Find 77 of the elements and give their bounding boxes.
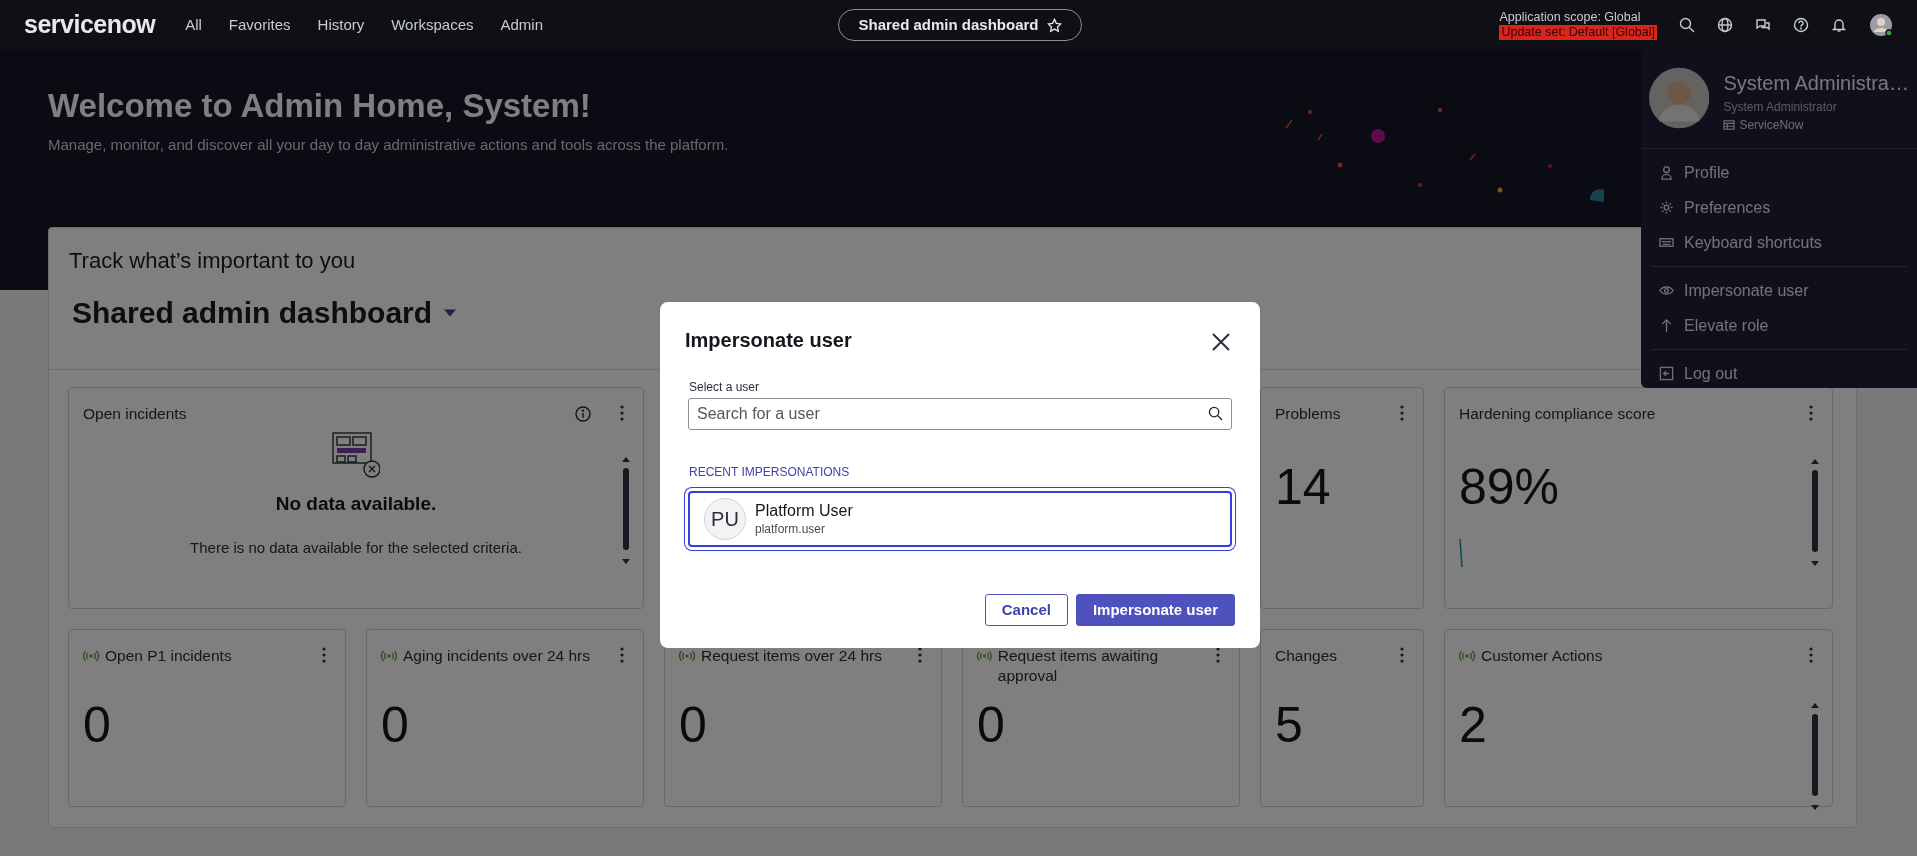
impersonate-button[interactable]: Impersonate user xyxy=(1075,594,1235,626)
menu-item[interactable]: Preferences xyxy=(1651,190,1907,225)
menu-item[interactable]: Impersonate user xyxy=(1651,273,1907,308)
search-icon[interactable] xyxy=(1679,17,1695,33)
arrow-up-icon xyxy=(1659,318,1674,333)
company-name: ServiceNow xyxy=(1739,117,1804,134)
user-role: System Administrator xyxy=(1723,99,1838,116)
globe-icon[interactable] xyxy=(1717,17,1733,33)
nav-link[interactable]: All xyxy=(185,13,202,37)
live-signal-icon xyxy=(83,650,99,662)
card-title: Open P1 incidents xyxy=(105,646,232,666)
help-icon[interactable] xyxy=(1793,17,1809,33)
card-title: Customer Actions xyxy=(1481,646,1603,666)
scrollbar[interactable] xyxy=(1810,702,1820,812)
sparkline xyxy=(1459,538,1465,568)
live-signal-icon xyxy=(679,650,695,662)
metric-value: 0 xyxy=(83,700,112,750)
search-field[interactable]: Search for a user xyxy=(688,398,1232,430)
empty-state-title: No data available. xyxy=(274,492,438,516)
caret-icon[interactable] xyxy=(444,308,457,317)
star-icon[interactable] xyxy=(1046,17,1062,33)
bell-icon[interactable] xyxy=(1831,17,1847,33)
metric-value: 0 xyxy=(679,700,708,750)
card-title: Request items over 24 hrs xyxy=(701,646,882,666)
scrollbar[interactable] xyxy=(621,456,631,566)
section-label: RECENT IMPERSONATIONS xyxy=(689,464,851,481)
menu-item[interactable]: Log out xyxy=(1651,356,1907,391)
metric-value: 0 xyxy=(381,700,410,750)
field-label: Select a user xyxy=(689,379,761,396)
scope-label: Application scope: Global xyxy=(1499,10,1642,25)
menu-item[interactable]: Keyboard shortcuts xyxy=(1651,225,1907,260)
info-icon[interactable] xyxy=(575,406,591,422)
cancel-button[interactable]: Cancel xyxy=(984,594,1068,626)
chat-icon[interactable] xyxy=(1755,17,1771,33)
user-initials: PU xyxy=(704,498,746,540)
card-title: Open incidents xyxy=(83,404,187,424)
menu-item[interactable]: Profile xyxy=(1651,155,1907,190)
card-title: Changes xyxy=(1275,646,1338,666)
user-name: Platform User xyxy=(755,500,853,520)
logo[interactable]: servicenow xyxy=(24,6,156,44)
nav-link[interactable]: Admin xyxy=(500,13,543,37)
card-title: Hardening compliance score xyxy=(1459,404,1656,424)
metric-value: 0 xyxy=(977,700,1006,750)
dashboard-selector[interactable]: Shared admin dashboard xyxy=(72,290,457,336)
dialog-title: Impersonate user xyxy=(685,328,852,352)
section-heading: Track what’s important to you xyxy=(69,248,357,275)
avatar-icon[interactable] xyxy=(1869,13,1893,37)
keyboard-icon xyxy=(1659,235,1674,250)
menu-item[interactable]: Elevate role xyxy=(1651,308,1907,343)
nav-link[interactable]: Favorites xyxy=(228,13,291,37)
close-icon xyxy=(1211,331,1231,352)
live-signal-icon xyxy=(1459,650,1475,662)
person-icon xyxy=(1659,165,1674,180)
log-out-icon xyxy=(1659,366,1674,381)
card-title: Aging incidents over 24 hrs xyxy=(403,646,590,666)
nav-link[interactable]: Workspaces xyxy=(391,13,474,37)
metric-value: 5 xyxy=(1275,700,1304,750)
nav-link[interactable]: History xyxy=(317,13,365,37)
metric-value: 14 xyxy=(1275,462,1332,512)
metric-value: 2 xyxy=(1459,700,1488,750)
metric-value: 89% xyxy=(1459,462,1561,512)
card-title: Request items awaiting approval xyxy=(997,646,1160,686)
page-title: Welcome to Admin Home, System! xyxy=(48,86,591,126)
search-icon xyxy=(1208,406,1223,421)
live-signal-icon xyxy=(381,650,397,662)
empty-state-message: There is no data available for the selected criteria. xyxy=(189,537,523,558)
page-subtitle: Manage, monitor, and discover all your day to day administrative actions and tools across the platform. xyxy=(48,134,729,155)
update-set-label[interactable]: Update set: Default [Global] xyxy=(1499,25,1657,40)
settings-icon xyxy=(1659,200,1674,215)
eye-icon xyxy=(1659,283,1674,298)
live-signal-icon xyxy=(977,650,992,662)
no-data-icon xyxy=(332,432,380,478)
user-login: platform.user xyxy=(755,520,827,538)
user-name: System Administra… xyxy=(1723,71,1909,96)
card-title: Problems xyxy=(1275,404,1341,424)
scrollbar[interactable] xyxy=(1810,458,1820,568)
company-icon xyxy=(1723,120,1736,130)
